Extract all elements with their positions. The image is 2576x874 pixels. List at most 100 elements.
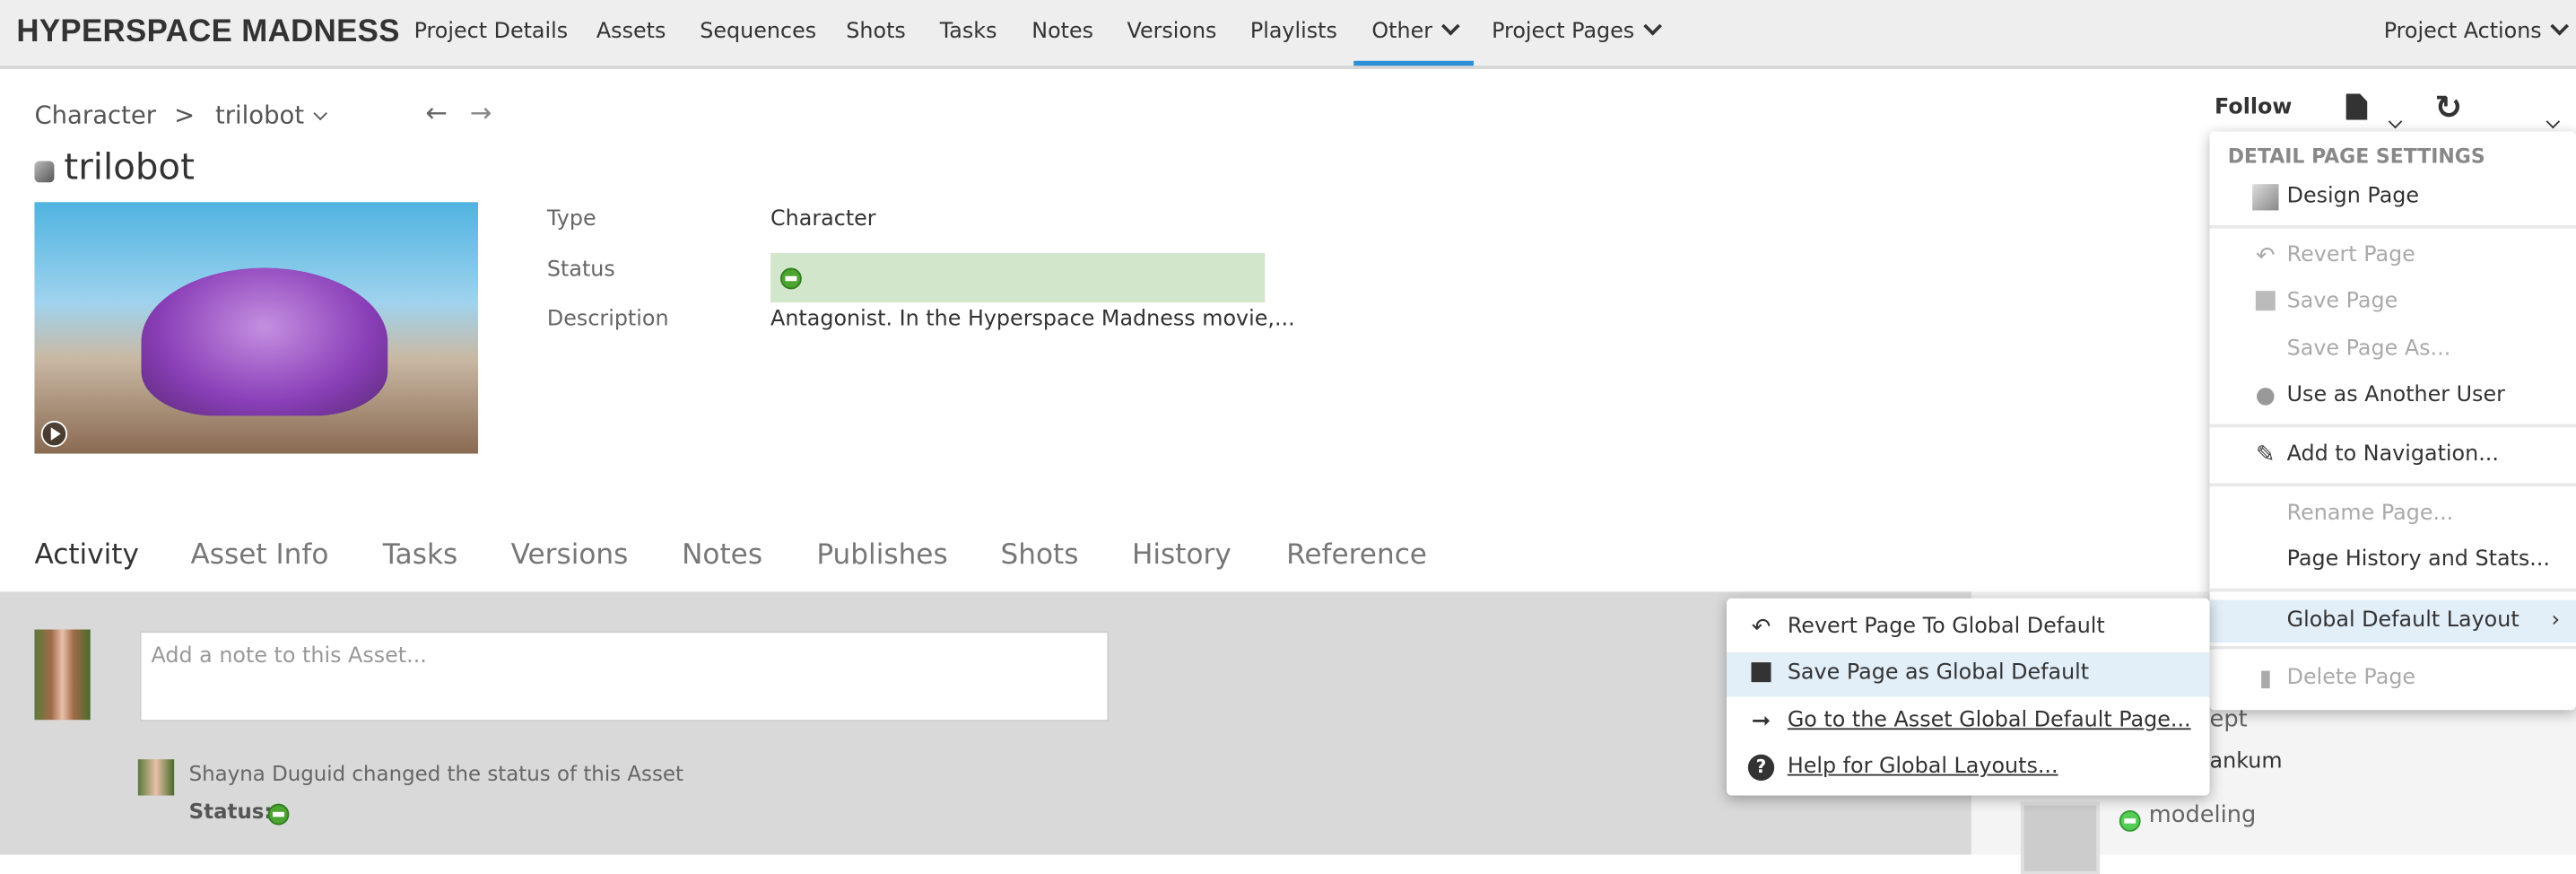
submenu-item-label: Revert Page To Global Default bbox=[1787, 615, 2105, 640]
floppy-icon bbox=[1751, 662, 1771, 683]
status-icon bbox=[267, 803, 290, 826]
top-nav: HYPERSPACE MADNESS Project Details Asset… bbox=[0, 0, 2576, 69]
menu-item-label: Design Page bbox=[2286, 184, 2420, 209]
menu-divider bbox=[2209, 588, 2576, 592]
arrow-left-icon[interactable]: ← bbox=[425, 97, 448, 128]
activity-stream: Add a note to this Asset... Shayna Dugui… bbox=[0, 591, 1971, 855]
user-icon: ● bbox=[2255, 382, 2276, 410]
project-actions-label: Project Actions bbox=[2383, 19, 2542, 45]
project-actions-menu[interactable]: Project Actions bbox=[2383, 16, 2570, 45]
menu-item-label: Add to Navigation... bbox=[2286, 441, 2499, 468]
menu-divider bbox=[2209, 424, 2576, 428]
undo-icon: ↶ bbox=[1751, 615, 1771, 642]
tab-shots[interactable]: Shots bbox=[1000, 539, 1078, 572]
status-icon bbox=[780, 267, 802, 290]
menu-item-save-page[interactable]: Save Page bbox=[2210, 281, 2576, 324]
submenu-item-revert-to-global[interactable]: ↶ Revert Page To Global Default bbox=[1727, 607, 2209, 650]
nav-sequences[interactable]: Sequences bbox=[700, 20, 816, 44]
chevron-right-icon: › bbox=[2551, 607, 2561, 634]
activity-status-label: Status: bbox=[188, 799, 273, 824]
sidebar-fragment: ept bbox=[2209, 706, 2248, 733]
avatar bbox=[34, 629, 91, 721]
asset-thumbnail[interactable] bbox=[34, 202, 479, 454]
activity-text: Shayna Duguid changed the status of this… bbox=[188, 761, 683, 786]
menu-item-page-history[interactable]: Page History and Stats... bbox=[2210, 539, 2576, 582]
nav-tasks[interactable]: Tasks bbox=[940, 20, 997, 44]
note-input[interactable]: Add a note to this Asset... bbox=[139, 631, 1110, 722]
submenu-item-label: Save Page as Global Default bbox=[1787, 660, 2090, 686]
submenu-item-go-to-global-page[interactable]: ➞ Go to the Asset Global Default Page... bbox=[1727, 700, 2209, 743]
detail-page-settings-menu: DETAIL PAGE SETTINGS Design Page ↶ Revert… bbox=[2209, 131, 2576, 711]
play-icon[interactable] bbox=[40, 420, 68, 448]
field-value-status[interactable] bbox=[770, 253, 1266, 303]
menu-item-label: Page History and Stats... bbox=[2286, 546, 2551, 572]
menu-item-label: Revert Page bbox=[2286, 243, 2415, 268]
breadcrumb-parent[interactable]: Character bbox=[34, 101, 156, 130]
refresh-icon[interactable]: ↻ bbox=[2434, 87, 2462, 127]
active-tab-indicator bbox=[1353, 60, 1474, 66]
field-label-description: Description bbox=[546, 307, 669, 332]
breadcrumb-separator: > bbox=[174, 100, 196, 130]
sidebar-fragment: ankum bbox=[2209, 749, 2283, 774]
menu-item-rename-page[interactable]: Rename Page... bbox=[2210, 493, 2576, 536]
nav-versions[interactable]: Versions bbox=[1127, 20, 1216, 44]
design-brush-icon bbox=[2252, 184, 2279, 211]
tab-history[interactable]: History bbox=[1132, 539, 1231, 572]
tab-tasks[interactable]: Tasks bbox=[383, 539, 457, 572]
submenu-item-save-as-global[interactable]: Save Page as Global Default bbox=[1727, 652, 2210, 697]
pencil-icon: ✎ bbox=[2256, 441, 2276, 469]
tab-activity[interactable]: Activity bbox=[34, 539, 138, 572]
menu-item-label: Save Page As... bbox=[2286, 336, 2451, 362]
trash-icon: ▮ bbox=[2258, 665, 2272, 693]
sidebar-task-name: modeling bbox=[2148, 801, 2257, 829]
field-value-type[interactable]: Character bbox=[770, 207, 876, 232]
menu-item-use-as-another-user[interactable]: ● Use as Another User bbox=[2210, 375, 2576, 418]
arrow-right-icon[interactable]: → bbox=[470, 97, 492, 128]
menu-item-label: Rename Page... bbox=[2286, 501, 2454, 527]
chevron-down-icon bbox=[1440, 16, 1460, 36]
chevron-down-icon bbox=[313, 106, 328, 121]
file-icon[interactable] bbox=[2345, 93, 2368, 120]
menu-divider bbox=[2209, 645, 2576, 650]
chevron-down-icon[interactable] bbox=[2388, 114, 2403, 129]
arrow-right-icon: ➞ bbox=[1751, 708, 1771, 735]
tab-reference[interactable]: Reference bbox=[1286, 539, 1427, 572]
chevron-down-icon[interactable] bbox=[2546, 114, 2561, 129]
submenu-item-label: Help for Global Layouts... bbox=[1787, 754, 2058, 780]
chevron-down-icon bbox=[1643, 16, 1662, 36]
submenu-item-help[interactable]: ? Help for Global Layouts... bbox=[1727, 747, 2209, 790]
nav-notes[interactable]: Notes bbox=[1031, 20, 1093, 44]
nav-other[interactable]: Other bbox=[1371, 16, 1460, 44]
tab-asset-info[interactable]: Asset Info bbox=[190, 539, 328, 572]
nav-assets[interactable]: Assets bbox=[596, 20, 666, 44]
global-default-submenu: ↶ Revert Page To Global Default Save Page… bbox=[1727, 598, 2210, 796]
menu-item-label: Delete Page bbox=[2286, 665, 2416, 691]
menu-header: DETAIL PAGE SETTINGS bbox=[2227, 144, 2485, 168]
note-input-placeholder: Add a note to this Asset... bbox=[151, 643, 427, 669]
avatar-placeholder bbox=[2020, 801, 2100, 874]
nav-project-pages[interactable]: Project Pages bbox=[1492, 16, 1662, 44]
field-value-description[interactable]: Antagonist. In the Hyperspace Madness mo… bbox=[770, 308, 1295, 332]
asset-cube-icon bbox=[34, 161, 55, 183]
follow-button[interactable]: Follow bbox=[2215, 95, 2292, 119]
breadcrumb-current-label: trilobot bbox=[214, 100, 305, 130]
nav-project-details[interactable]: Project Details bbox=[414, 20, 569, 44]
breadcrumb-current[interactable]: trilobot bbox=[214, 100, 328, 130]
nav-shots[interactable]: Shots bbox=[846, 20, 906, 44]
nav-playlists[interactable]: Playlists bbox=[1250, 20, 1337, 44]
chevron-down-icon bbox=[2550, 16, 2570, 36]
menu-item-delete-page[interactable]: ▮ Delete Page bbox=[2210, 658, 2576, 701]
tab-publishes[interactable]: Publishes bbox=[816, 539, 947, 572]
help-icon: ? bbox=[1747, 754, 1775, 782]
menu-item-revert-page[interactable]: ↶ Revert Page bbox=[2210, 235, 2576, 278]
menu-item-add-to-navigation[interactable]: ✎ Add to Navigation... bbox=[2210, 434, 2576, 477]
menu-item-design-page[interactable]: Design Page bbox=[2210, 176, 2576, 219]
menu-item-save-page-as[interactable]: Save Page As... bbox=[2210, 328, 2576, 371]
menu-divider bbox=[2209, 483, 2576, 487]
tab-notes[interactable]: Notes bbox=[682, 539, 762, 572]
tab-versions[interactable]: Versions bbox=[511, 539, 629, 572]
app-title[interactable]: HYPERSPACE MADNESS bbox=[16, 14, 400, 50]
undo-icon: ↶ bbox=[2256, 243, 2276, 270]
menu-item-global-default-layout[interactable]: Global Default Layout › bbox=[2209, 599, 2576, 643]
floppy-icon bbox=[2255, 291, 2276, 311]
